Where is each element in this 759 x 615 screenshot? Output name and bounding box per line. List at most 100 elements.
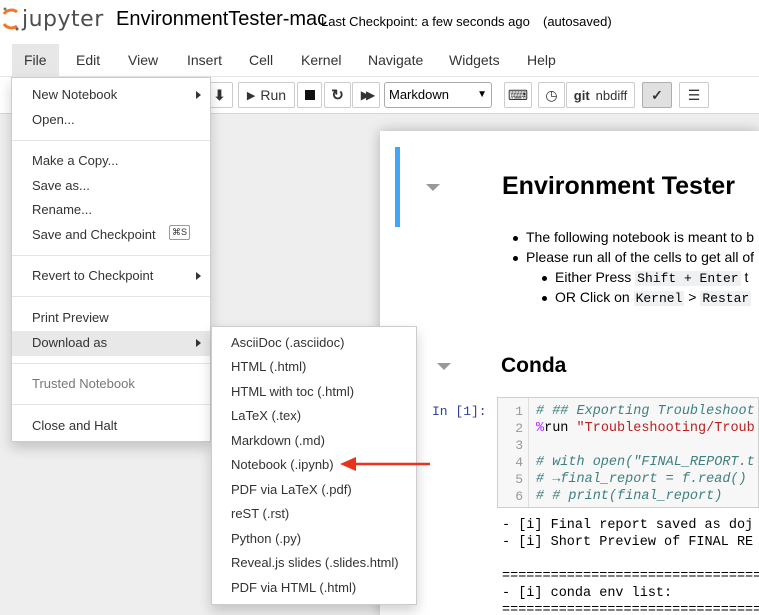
history-button[interactable]: ◷ <box>538 82 565 108</box>
header: jupyter EnvironmentTester-mac Last Check… <box>0 0 759 44</box>
menu-open[interactable]: Open... <box>32 112 75 127</box>
run-label: Run <box>260 87 287 103</box>
menu-insert[interactable]: Insert <box>175 44 234 77</box>
download-html[interactable]: HTML (.html) <box>231 359 306 374</box>
keyboard-icon: ⌨ <box>507 86 529 103</box>
menu-save-checkpoint[interactable]: Save and Checkpoint <box>32 227 156 242</box>
menu-divider <box>12 404 210 405</box>
output-line: - [i] conda env list: <box>502 586 673 601</box>
line-number: 1 <box>515 404 523 419</box>
menu-navigate[interactable]: Navigate <box>356 44 435 77</box>
fast-forward-icon: ▶▶ <box>360 88 376 102</box>
notebook-title[interactable]: EnvironmentTester-mac <box>116 8 327 31</box>
output-line: ================================ <box>502 603 759 615</box>
menu-revert-checkpoint[interactable]: Revert to Checkpoint <box>32 268 153 283</box>
arrow-down-icon: ⬇ <box>213 86 226 103</box>
menu-cell[interactable]: Cell <box>237 44 285 77</box>
line-number: 6 <box>515 489 523 504</box>
menu-download-as[interactable]: Download as <box>32 335 107 350</box>
restart-button[interactable]: ↻ <box>324 82 351 108</box>
cell-type-select[interactable]: Markdown ▼ <box>384 82 492 108</box>
download-python[interactable]: Python (.py) <box>231 531 301 546</box>
nbdiff-label: nbdiff <box>595 87 628 103</box>
download-asciidoc[interactable]: AsciiDoc (.asciidoc) <box>231 335 344 350</box>
download-pdf-html[interactable]: PDF via HTML (.html) <box>231 580 356 595</box>
spellcheck-toggle[interactable]: ✓ <box>642 82 672 108</box>
input-prompt: In [1]: <box>432 404 487 419</box>
code-line: # with open("FINAL_REPORT.t <box>536 455 755 470</box>
download-latex[interactable]: LaTeX (.tex) <box>231 408 301 423</box>
download-reveal-slides[interactable]: Reveal.js slides (.slides.html) <box>231 555 399 570</box>
submenu-arrow-icon <box>196 339 201 347</box>
line-number: 5 <box>515 472 523 487</box>
line-number: 3 <box>515 438 523 453</box>
play-icon: ▶ <box>246 89 256 102</box>
list-item: OR Click on Kernel > Restar <box>542 289 752 306</box>
download-markdown[interactable]: Markdown (.md) <box>231 433 325 448</box>
list-item: The following notebook is meant to b <box>513 229 754 245</box>
nbdiff-button[interactable]: git nbdiff <box>566 82 635 108</box>
jupyter-logo[interactable]: jupyter <box>2 6 104 32</box>
output-line: ================================ <box>502 569 759 584</box>
menu-widgets[interactable]: Widgets <box>437 44 512 77</box>
restart-run-all-button[interactable]: ▶▶ <box>352 82 380 108</box>
menu-help[interactable]: Help <box>515 44 568 77</box>
toc-button[interactable]: ☰ <box>679 82 709 108</box>
git-icon: git <box>573 87 590 103</box>
line-number: 4 <box>515 455 523 470</box>
submenu-arrow-icon <box>196 272 201 280</box>
heading-environment-tester: Environment Tester <box>502 172 735 200</box>
download-html-toc[interactable]: HTML with toc (.html) <box>231 384 354 399</box>
file-menu-dropdown: New Notebook Open... Make a Copy... Save… <box>11 77 211 442</box>
stop-icon <box>304 90 315 100</box>
output-line: - [i] Short Preview of FINAL RE <box>502 535 754 550</box>
checkpoint-status: Last Checkpoint: a few seconds ago <box>321 14 530 29</box>
heading-conda: Conda <box>501 354 567 377</box>
cell-type-value: Markdown <box>389 87 449 102</box>
download-rest[interactable]: reST (.rst) <box>231 506 289 521</box>
menu-file[interactable]: File <box>12 44 59 77</box>
logo-text: jupyter <box>22 6 104 32</box>
menu-new-notebook[interactable]: New Notebook <box>32 87 117 102</box>
menu-print-preview[interactable]: Print Preview <box>32 310 109 325</box>
menu-divider <box>12 255 210 256</box>
menu-divider <box>12 363 210 364</box>
menu-trusted-notebook: Trusted Notebook <box>32 376 135 391</box>
list-item: Either Press Shift + Enter t <box>542 269 748 286</box>
list-icon: ☰ <box>687 86 701 103</box>
code-cell[interactable]: 1 2 3 4 5 6 # ## Exporting Troubleshoot %run "… <box>497 397 759 508</box>
shortcut-badge: ⌘S <box>169 225 191 240</box>
code-line: # →final_report = f.read() <box>536 472 747 487</box>
command-palette-button[interactable]: ⌨ <box>504 82 532 108</box>
annotation-arrow-icon <box>340 457 430 471</box>
line-number-gutter: 1 2 3 4 5 6 <box>498 398 529 507</box>
output-line: - [i] Final report saved as doj <box>502 518 754 533</box>
menu-divider <box>12 296 210 297</box>
chevron-down-icon: ▼ <box>477 89 487 100</box>
menu-make-copy[interactable]: Make a Copy... <box>32 153 118 168</box>
submenu-arrow-icon <box>196 91 201 99</box>
history-icon: ◷ <box>545 86 558 103</box>
menu-divider <box>12 140 210 141</box>
download-notebook[interactable]: Notebook (.ipynb) <box>231 457 334 472</box>
run-button[interactable]: ▶ Run <box>238 82 295 108</box>
jupyter-logo-icon <box>2 7 19 31</box>
menu-save-as[interactable]: Save as... <box>32 178 90 193</box>
line-number: 2 <box>515 421 523 436</box>
code-line: # # print(final_report) <box>536 489 723 504</box>
list-item: Please run all of the cells to get all o… <box>513 249 754 265</box>
menu-view[interactable]: View <box>116 44 170 77</box>
menu-close-halt[interactable]: Close and Halt <box>32 418 117 433</box>
download-pdf-latex[interactable]: PDF via LaTeX (.pdf) <box>231 482 352 497</box>
menu-kernel[interactable]: Kernel <box>289 44 353 77</box>
menu-rename[interactable]: Rename... <box>32 202 92 217</box>
interrupt-button[interactable] <box>297 82 322 108</box>
collapse-heading-icon[interactable] <box>437 363 451 370</box>
code-line: # ## Exporting Troubleshoot <box>536 404 755 419</box>
spellcheck-icon: ✓ <box>651 86 663 103</box>
code-line: %run "Troubleshooting/Troub <box>536 421 755 436</box>
menu-edit[interactable]: Edit <box>64 44 112 77</box>
collapse-heading-icon[interactable] <box>426 184 440 191</box>
autosave-status: (autosaved) <box>543 14 612 29</box>
restart-icon: ↻ <box>331 87 344 104</box>
